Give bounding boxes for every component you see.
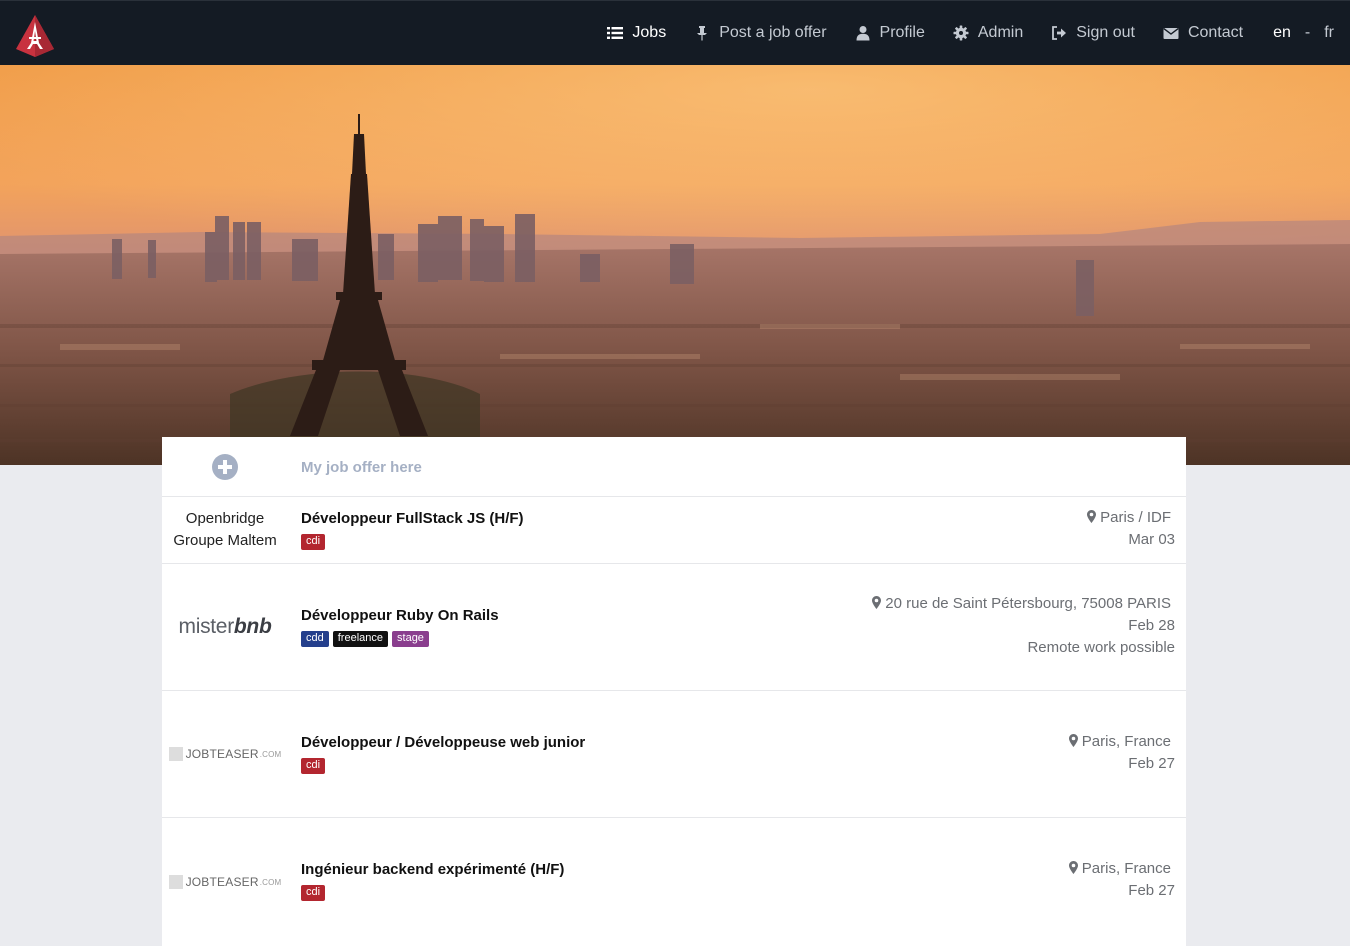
map-marker-icon (1068, 734, 1078, 747)
job-location-text: Paris, France (1081, 860, 1171, 877)
nav-jobs[interactable]: Jobs (607, 24, 666, 42)
company-name-line: Openbridge (185, 510, 265, 527)
top-navbar: Jobs Post a job offer Profile Admin Sign… (0, 0, 1350, 65)
add-job-row[interactable]: My job offer here (162, 437, 1186, 497)
job-location: Paris, France (1068, 731, 1175, 753)
job-row[interactable]: JOBTEASER .COM Développeur / Développeuse… (162, 691, 1186, 818)
job-tags: cdi (301, 534, 524, 550)
user-icon (856, 26, 870, 41)
job-list: My job offer here Openbridge Groupe Malt… (162, 437, 1186, 946)
paris-skyline-image (0, 64, 1350, 465)
job-tags: cdd freelance stage (301, 631, 499, 647)
jobteaser-logo: JOBTEASER .COM (168, 875, 282, 889)
sign-out-icon (1052, 26, 1067, 40)
job-meta: 20 rue de Saint Pétersbourg, 75008 PARIS… (872, 593, 1175, 659)
job-info: Développeur FullStack JS (H/F) cdi (301, 510, 524, 550)
list-icon (607, 27, 624, 39)
job-info: Développeur / Développeuse web junior cd… (301, 734, 585, 774)
logo-name: JOBTEASER (185, 875, 259, 889)
jobteaser-logo: JOBTEASER .COM (168, 747, 282, 761)
logo-suffix: .COM (259, 877, 282, 887)
tag-freelance: freelance (332, 631, 389, 647)
job-title[interactable]: Développeur / Développeuse web junior (301, 734, 585, 751)
lang-en[interactable]: en (1273, 24, 1291, 42)
job-title[interactable]: Ingénieur backend expérimenté (H/F) (301, 861, 564, 878)
job-tags: cdi (301, 885, 564, 901)
job-date: Feb 28 (1128, 617, 1175, 634)
job-meta: Paris, France Feb 27 (1068, 731, 1175, 775)
main-nav: Jobs Post a job offer Profile Admin Sign… (579, 1, 1350, 65)
job-row[interactable]: Openbridge Groupe Maltem Développeur Ful… (162, 497, 1186, 564)
job-location-text: 20 rue de Saint Pétersbourg, 75008 PARIS (885, 595, 1171, 612)
map-marker-icon (1087, 510, 1097, 523)
job-remote: Remote work possible (1027, 639, 1175, 656)
nav-post-job-label: Post a job offer (719, 24, 827, 41)
misterbnb-logo: misterbnb (179, 615, 272, 639)
job-location-text: Paris, France (1081, 733, 1171, 750)
logo-name: JOBTEASER (185, 747, 259, 761)
company-cell: misterbnb (162, 564, 288, 690)
company-name-line: Groupe Maltem (173, 532, 277, 549)
company-cell: JOBTEASER .COM (162, 691, 288, 817)
job-meta: Paris / IDF Mar 03 (1087, 507, 1175, 551)
job-title[interactable]: Développeur FullStack JS (H/F) (301, 510, 524, 527)
tag-cdi: cdi (301, 758, 326, 774)
logo-prefix: mister (178, 615, 235, 638)
language-switcher: en - fr (1273, 24, 1334, 42)
company-cell: JOBTEASER .COM (162, 818, 288, 946)
company-cell: Openbridge Groupe Maltem (162, 497, 288, 563)
job-title[interactable]: Développeur Ruby On Rails (301, 607, 499, 624)
nav-profile[interactable]: Profile (855, 24, 925, 42)
add-job-icon-cell (162, 437, 288, 496)
nav-sign-out-label: Sign out (1076, 24, 1135, 41)
job-info: Ingénieur backend expérimenté (H/F) cdi (301, 861, 564, 901)
job-meta: Paris, France Feb 27 (1068, 858, 1175, 902)
tag-cdd: cdd (301, 631, 329, 647)
plus-circle-icon[interactable] (212, 453, 238, 480)
nav-profile-label: Profile (879, 24, 925, 41)
job-date: Feb 27 (1128, 882, 1175, 899)
lang-fr[interactable]: fr (1324, 24, 1334, 42)
nav-admin[interactable]: Admin (953, 24, 1023, 42)
envelope-icon (1163, 28, 1179, 39)
company-name: Openbridge Groupe Maltem (173, 508, 276, 552)
nav-contact[interactable]: Contact (1163, 24, 1243, 42)
map-marker-icon (872, 596, 882, 609)
tag-cdi: cdi (301, 534, 326, 550)
jobteaser-mark-icon (168, 875, 183, 889)
nav-post-job[interactable]: Post a job offer (694, 24, 827, 42)
logo-suffix: .COM (259, 749, 282, 759)
nav-sign-out[interactable]: Sign out (1051, 24, 1135, 42)
eiffel-tower-logo-icon[interactable] (13, 13, 57, 57)
add-job-link[interactable]: My job offer here (301, 459, 422, 476)
jobteaser-mark-icon (168, 747, 183, 761)
job-location: 20 rue de Saint Pétersbourg, 75008 PARIS (872, 593, 1175, 615)
job-location-text: Paris / IDF (1100, 509, 1171, 526)
job-row[interactable]: JOBTEASER .COM Ingénieur backend expérime… (162, 818, 1186, 946)
gear-icon (953, 25, 969, 41)
job-date: Feb 27 (1128, 755, 1175, 772)
job-row[interactable]: misterbnb Développeur Ruby On Rails cdd … (162, 564, 1186, 691)
logo-suffix: bnb (233, 615, 272, 638)
map-marker-icon (1068, 861, 1078, 874)
tag-stage: stage (392, 631, 429, 647)
nav-admin-label: Admin (977, 24, 1024, 41)
job-date: Mar 03 (1128, 531, 1175, 548)
lang-separator: - (1304, 24, 1311, 41)
nav-jobs-label: Jobs (632, 24, 667, 41)
job-info: Développeur Ruby On Rails cdd freelance … (301, 607, 499, 647)
job-location: Paris, France (1068, 858, 1175, 880)
tag-cdi: cdi (301, 885, 326, 901)
hero-banner (0, 64, 1350, 465)
job-tags: cdi (301, 758, 585, 774)
pin-icon (697, 26, 708, 41)
nav-contact-label: Contact (1187, 24, 1244, 41)
job-location: Paris / IDF (1087, 507, 1175, 529)
